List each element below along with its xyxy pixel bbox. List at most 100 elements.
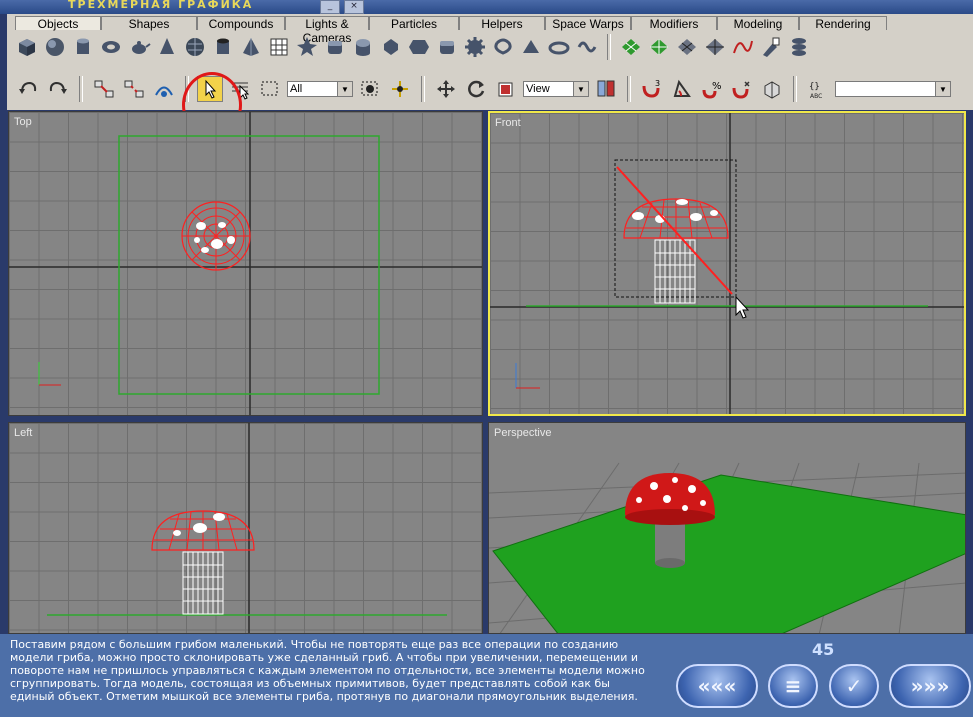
undo-button[interactable] xyxy=(15,76,41,102)
tab-bar: Objects Shapes Compounds Lights & Cameras Pa… xyxy=(15,16,887,45)
plane-button[interactable] xyxy=(267,35,291,59)
move-button[interactable] xyxy=(433,76,459,102)
hose-icon xyxy=(577,41,597,53)
named-selection-dropdown[interactable]: ▼ xyxy=(835,81,951,97)
tab-rendering[interactable]: Rendering xyxy=(799,16,887,31)
top-scene xyxy=(9,112,482,415)
spindle-button[interactable] xyxy=(379,35,403,59)
mushroom-front-view xyxy=(623,198,729,304)
scale-button[interactable] xyxy=(493,76,519,102)
window-crossing-button[interactable] xyxy=(357,76,383,102)
sphere-icon xyxy=(46,38,64,56)
spinner-snap-icon xyxy=(732,81,750,99)
lesson-text: Поставим рядом с большим грибом маленьки… xyxy=(10,638,645,703)
tube-icon xyxy=(217,38,229,54)
tab-compounds[interactable]: Compounds xyxy=(197,16,285,31)
select-and-link-button[interactable] xyxy=(387,76,413,102)
pyramid-icon xyxy=(243,38,259,56)
unlink-button[interactable] xyxy=(121,76,147,102)
spinner-snap-button[interactable] xyxy=(729,76,755,102)
nurbs-curve-button[interactable] xyxy=(731,35,755,59)
chevron-down-icon: ▼ xyxy=(573,82,588,96)
percent-snap-button[interactable]: % xyxy=(699,76,725,102)
cone-button[interactable] xyxy=(155,35,179,59)
teapot-button[interactable] xyxy=(127,35,151,59)
viewport-left[interactable]: Left xyxy=(8,422,483,634)
torusknot-button[interactable] xyxy=(491,35,515,59)
create-toolbar xyxy=(15,34,811,60)
page-number: 45 xyxy=(812,640,835,659)
cv-surface-button[interactable] xyxy=(703,35,727,59)
spindle-icon xyxy=(384,39,398,55)
tab-modifiers[interactable]: Modifiers xyxy=(631,16,717,31)
cone-icon xyxy=(160,38,174,54)
back-button[interactable]: ««« xyxy=(676,664,758,708)
tab-particles[interactable]: Particles xyxy=(369,16,459,31)
selection-center-icon xyxy=(392,81,408,97)
chamferbox-button[interactable] xyxy=(323,35,347,59)
rotate-button[interactable] xyxy=(463,76,489,102)
viewport-top[interactable]: Top xyxy=(8,111,483,416)
tab-lights-cameras[interactable]: Lights & Cameras xyxy=(285,16,369,45)
selection-filter-dropdown[interactable]: All ▼ xyxy=(287,81,353,97)
selection-region-button[interactable] xyxy=(257,76,283,102)
box-button[interactable] xyxy=(15,35,39,59)
gear-icon xyxy=(465,37,485,57)
contents-button[interactable]: ≡ xyxy=(768,664,818,708)
stack-button[interactable] xyxy=(787,35,811,59)
check-button[interactable]: ✓ xyxy=(829,664,879,708)
snap-magnet-icon: 3 xyxy=(642,79,660,98)
hose-button[interactable] xyxy=(575,35,599,59)
pyramid-button[interactable] xyxy=(239,35,263,59)
tab-space-warps[interactable]: Space Warps xyxy=(545,16,631,31)
hedra-button[interactable] xyxy=(295,35,319,59)
angle-snap-button[interactable] xyxy=(669,76,695,102)
mushroom-left-view xyxy=(151,510,255,615)
gengon-button[interactable] xyxy=(407,35,431,59)
sphere-button[interactable] xyxy=(43,35,67,59)
mirror-icon xyxy=(764,81,780,99)
geosphere-button[interactable] xyxy=(183,35,207,59)
minimize-button[interactable]: _ xyxy=(320,0,340,14)
tri-patch-icon xyxy=(650,39,668,55)
angle-snap-icon xyxy=(673,79,691,97)
snap-toggle-button[interactable]: 3 xyxy=(639,76,665,102)
snap-label: 3 xyxy=(655,79,660,88)
tab-shapes[interactable]: Shapes xyxy=(101,16,197,31)
rect-region-icon xyxy=(261,81,278,96)
chevron-down-icon: ▼ xyxy=(935,82,950,96)
ringwave-button[interactable] xyxy=(547,35,571,59)
svg-text:ABC: ABC xyxy=(810,93,822,100)
viewport-front[interactable]: Front xyxy=(488,111,966,416)
bind-spacewarp-button[interactable] xyxy=(151,76,177,102)
reference-coord-dropdown[interactable]: View ▼ xyxy=(523,81,589,97)
oiltank-button[interactable] xyxy=(351,35,375,59)
cylinder-button[interactable] xyxy=(71,35,95,59)
tube-button[interactable] xyxy=(211,35,235,59)
ringwave-icon xyxy=(548,41,570,55)
viewport-perspective[interactable]: Perspective xyxy=(488,422,966,634)
axis-tripod-icon xyxy=(38,362,61,386)
paint-button[interactable] xyxy=(759,35,783,59)
tab-modeling[interactable]: Modeling xyxy=(717,16,799,31)
unlink-icon xyxy=(124,80,144,98)
nurbs-surface-button[interactable] xyxy=(675,35,699,59)
redo-button[interactable] xyxy=(45,76,71,102)
link-button[interactable] xyxy=(91,76,117,102)
align-button[interactable]: {} ABC xyxy=(805,76,831,102)
forward-button[interactable]: »»» xyxy=(889,664,971,708)
prism-button[interactable] xyxy=(519,35,543,59)
tab-helpers[interactable]: Helpers xyxy=(459,16,545,31)
tab-objects[interactable]: Objects xyxy=(15,16,101,31)
nurbs-curve-icon xyxy=(733,40,753,54)
patch-grid-button[interactable] xyxy=(619,35,643,59)
main-toolbar: All ▼ View ▼ 3 % {} ABC ▼ xyxy=(15,76,951,102)
chamfercyl-button[interactable] xyxy=(435,35,459,59)
pivot-center-button[interactable] xyxy=(593,76,619,102)
close-button[interactable]: × xyxy=(344,0,364,14)
mirror-button[interactable] xyxy=(759,76,785,102)
torus-button[interactable] xyxy=(99,35,123,59)
pivot-center-icon xyxy=(597,80,615,97)
tri-patch-button[interactable] xyxy=(647,35,671,59)
gear-button[interactable] xyxy=(463,35,487,59)
